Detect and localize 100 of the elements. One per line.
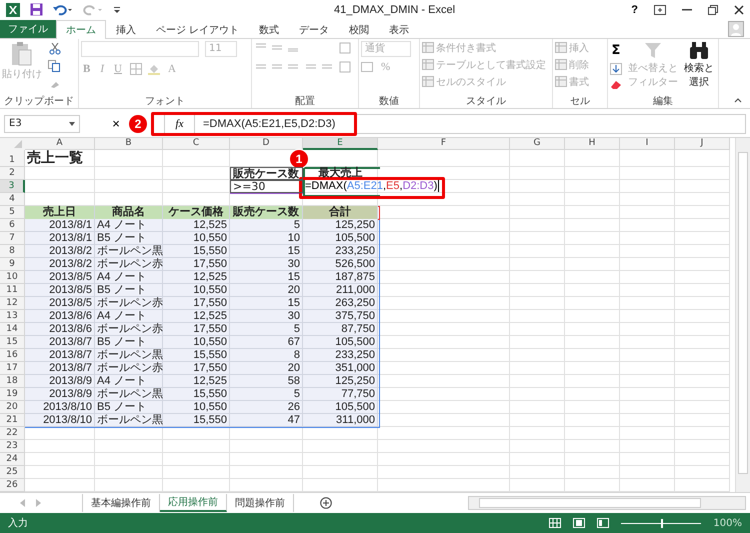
- column-heading[interactable]: B: [95, 138, 163, 150]
- autosum-button[interactable]: Σ: [612, 42, 620, 58]
- row-heading[interactable]: 16: [0, 349, 25, 362]
- column-heading[interactable]: D: [230, 138, 303, 150]
- minimize-icon[interactable]: [682, 8, 692, 11]
- row-heading[interactable]: 6: [0, 219, 25, 232]
- row-heading[interactable]: 1: [0, 150, 25, 168]
- column-heading[interactable]: J: [675, 138, 730, 150]
- row-heading[interactable]: 12: [0, 297, 25, 310]
- page-break-icon[interactable]: [597, 518, 610, 528]
- row-heading[interactable]: 4: [0, 193, 25, 206]
- insert-function-button[interactable]: fx: [165, 114, 195, 133]
- excel-logo-icon[interactable]: [6, 2, 20, 17]
- row-heading[interactable]: 13: [0, 310, 25, 324]
- style-icon: [422, 59, 434, 70]
- ribbon-tab[interactable]: 数式: [249, 20, 290, 39]
- row-heading[interactable]: 15: [0, 336, 25, 350]
- row-heading[interactable]: 21: [0, 414, 25, 428]
- collapse-icon[interactable]: [734, 98, 742, 103]
- table-cell: B5 ノート: [95, 336, 163, 350]
- sheet-tab[interactable]: 応用操作前: [160, 494, 227, 512]
- scissors-icon[interactable]: [49, 42, 61, 55]
- restore-icon[interactable]: [708, 4, 718, 15]
- style-icon: [422, 42, 434, 54]
- file-tab[interactable]: ファイル: [0, 20, 56, 38]
- horizontal-scrollbar[interactable]: [468, 496, 746, 510]
- table-cell: 26: [230, 401, 303, 414]
- table-cell: 10,550: [163, 336, 230, 350]
- column-heading[interactable]: A: [25, 138, 95, 150]
- ribbon-tab[interactable]: ホーム: [56, 20, 106, 39]
- column-heading[interactable]: H: [565, 138, 620, 150]
- column-heading[interactable]: C: [163, 138, 230, 150]
- result-header: 最大売上: [318, 167, 364, 180]
- row-heading[interactable]: 14: [0, 323, 25, 336]
- column-header: 売上日: [25, 206, 95, 220]
- clipboard-icon[interactable]: [11, 40, 33, 67]
- row-heading[interactable]: 23: [0, 440, 25, 454]
- column-heading[interactable]: G: [510, 138, 565, 150]
- column-heading[interactable]: F: [378, 138, 510, 150]
- table-cell: B5 ノート: [95, 401, 163, 414]
- formula-input[interactable]: =DMAX(A5:E21,E5,D2:D3): [195, 118, 336, 130]
- add-sheet-icon[interactable]: [320, 497, 332, 510]
- column-heading[interactable]: E: [303, 138, 378, 150]
- row-heading[interactable]: 20: [0, 401, 25, 414]
- table-cell: 2013/8/9: [25, 375, 95, 388]
- vertical-scrollbar[interactable]: [735, 138, 750, 492]
- row-heading[interactable]: 10: [0, 271, 25, 284]
- fill-color-icon[interactable]: [148, 62, 160, 75]
- table-cell: 15: [230, 297, 303, 310]
- row-heading[interactable]: 25: [0, 466, 25, 480]
- ribbon-tab[interactable]: 表示: [379, 20, 420, 39]
- dropdown-icon[interactable]: [69, 122, 75, 126]
- row-heading[interactable]: 11: [0, 284, 25, 298]
- row-heading[interactable]: 7: [0, 232, 25, 246]
- row-heading[interactable]: 18: [0, 375, 25, 388]
- table-cell: 12,525: [163, 375, 230, 388]
- undo-icon[interactable]: [53, 4, 73, 16]
- column-heading[interactable]: I: [620, 138, 675, 150]
- ribbon-display-icon[interactable]: [654, 4, 666, 15]
- sheet-tab[interactable]: 問題操作前: [227, 494, 294, 512]
- row-heading[interactable]: 17: [0, 362, 25, 376]
- table-cell: 12,525: [163, 310, 230, 324]
- ribbon-tab[interactable]: ページ レイアウト: [146, 20, 250, 39]
- row-heading[interactable]: 8: [0, 245, 25, 258]
- customize-icon[interactable]: [113, 4, 121, 15]
- row-heading[interactable]: 19: [0, 388, 25, 402]
- binoculars-icon[interactable]: [689, 40, 709, 61]
- table-cell: ボールペン赤: [95, 297, 163, 310]
- table-cell: 15,550: [163, 414, 230, 428]
- criteria-header: 販売ケース数: [230, 167, 303, 180]
- row-heading[interactable]: 26: [0, 479, 25, 492]
- name-box[interactable]: E3: [4, 114, 80, 133]
- font-name-field[interactable]: [81, 40, 199, 57]
- style-icon: [555, 76, 567, 88]
- cancel-button[interactable]: ×: [108, 116, 124, 132]
- row-heading[interactable]: 3: [0, 180, 25, 194]
- table-cell: 15,550: [163, 349, 230, 362]
- ribbon-tab[interactable]: 校閲: [339, 20, 380, 39]
- table-cell: 105,500: [303, 232, 378, 246]
- row-heading[interactable]: 9: [0, 258, 25, 272]
- save-icon[interactable]: [30, 3, 43, 16]
- help-button[interactable]: ?: [631, 4, 638, 16]
- ribbon-tab[interactable]: 挿入: [106, 20, 146, 39]
- ribbon-tab[interactable]: データ: [289, 20, 340, 39]
- row-heading[interactable]: 5: [0, 206, 25, 220]
- row-heading[interactable]: 2: [0, 167, 25, 180]
- row-heading[interactable]: 24: [0, 453, 25, 466]
- eraser-icon[interactable]: [610, 80, 622, 90]
- table-cell: 15: [230, 271, 303, 284]
- table-cell: 211,000: [303, 284, 378, 298]
- fill-down-icon[interactable]: [610, 62, 622, 75]
- row-heading[interactable]: 22: [0, 427, 25, 440]
- table-cell: A4 ノート: [95, 271, 163, 284]
- table-cell: 87,750: [303, 323, 378, 336]
- close-icon[interactable]: [734, 4, 744, 15]
- zoom-thumb[interactable]: [661, 518, 664, 528]
- find-select-button[interactable]: 検索と 選択: [684, 60, 714, 89]
- copy-icon[interactable]: [48, 60, 62, 72]
- page-layout-icon[interactable]: [573, 518, 586, 528]
- normal-view-icon[interactable]: [549, 518, 562, 528]
